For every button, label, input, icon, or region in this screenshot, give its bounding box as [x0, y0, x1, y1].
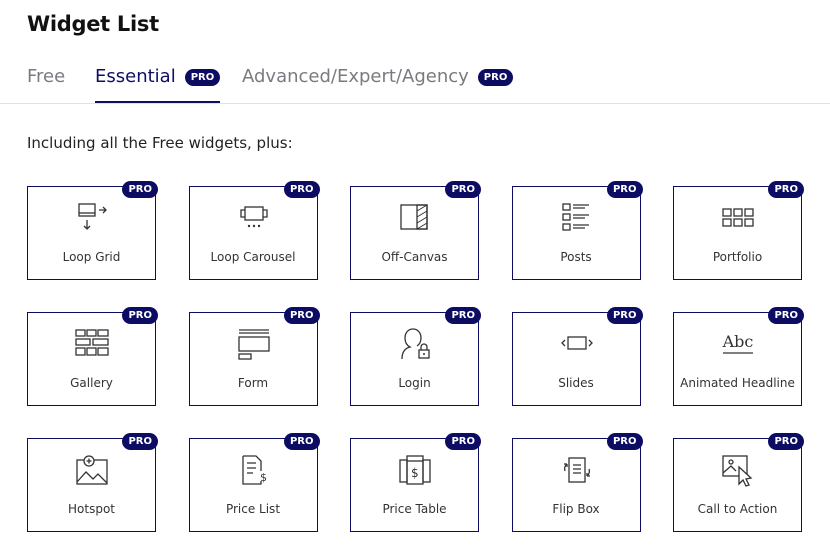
tab-divider	[0, 103, 830, 104]
tab-label: Advanced/Expert/Agency	[242, 66, 469, 87]
pro-badge: PRO	[122, 181, 158, 198]
tab-free[interactable]: Free	[27, 66, 65, 103]
pro-badge: PRO	[606, 181, 643, 198]
widget-card-loop-carousel[interactable]: PRO Loop Carousel	[188, 181, 320, 280]
widget-label: Slides	[558, 376, 594, 390]
pro-badge: PRO	[768, 181, 804, 198]
widget-label: Posts	[560, 250, 592, 264]
widget-label: Loop Grid	[62, 250, 121, 264]
widget-card-call-to-action[interactable]: PRO Call to Action	[673, 433, 804, 532]
animated-headline-icon: Abc	[721, 327, 755, 361]
pro-badge: PRO	[184, 69, 221, 86]
pro-badge: PRO	[768, 307, 804, 324]
widget-card-animated-headline[interactable]: PRO Abc Animated Headline	[673, 307, 804, 406]
tab-label: Essential	[95, 66, 176, 87]
pro-badge: PRO	[445, 433, 481, 450]
widget-card-flip-box[interactable]: PRO Flip Box	[511, 433, 643, 532]
tab-bar: Free Essential PRO Advanced/Expert/Agenc…	[27, 66, 830, 103]
gallery-icon	[75, 327, 109, 361]
off-canvas-icon	[398, 201, 432, 235]
widget-card-portfolio[interactable]: PRO Portfolio	[673, 181, 804, 280]
price-list-icon: $	[237, 453, 271, 487]
widget-card-price-table[interactable]: PRO $ Price Table	[350, 433, 481, 532]
pro-badge: PRO	[606, 433, 643, 450]
widget-card-slides[interactable]: PRO Slides	[511, 307, 643, 406]
pro-badge: PRO	[445, 181, 481, 198]
widget-card-login[interactable]: PRO Login	[350, 307, 481, 406]
widget-card-form[interactable]: PRO Form	[188, 307, 320, 406]
svg-text:$: $	[411, 466, 419, 480]
widget-label: Price List	[225, 502, 281, 516]
slides-icon	[560, 327, 594, 361]
pro-badge: PRO	[122, 433, 158, 450]
widget-label: Form	[237, 376, 269, 390]
portfolio-icon	[721, 201, 755, 235]
pro-badge: PRO	[283, 433, 320, 450]
pro-badge: PRO	[445, 307, 481, 324]
widget-label: Loop Carousel	[210, 250, 296, 264]
widget-card-price-list[interactable]: PRO $ Price List	[188, 433, 320, 532]
intro-text: Including all the Free widgets, plus:	[27, 134, 293, 152]
pro-badge: PRO	[606, 307, 643, 324]
flip-box-icon	[560, 453, 594, 487]
pro-badge: PRO	[122, 307, 158, 324]
pro-badge: PRO	[283, 307, 320, 324]
widget-label: Animated Headline	[680, 376, 795, 390]
loop-grid-icon	[75, 201, 109, 235]
widget-card-posts[interactable]: PRO Posts	[511, 181, 643, 280]
widget-card-hotspot[interactable]: PRO Hotspot	[27, 433, 158, 532]
widget-card-loop-grid[interactable]: PRO Loop Grid	[27, 181, 158, 280]
hotspot-icon	[75, 453, 109, 487]
widget-label: Call to Action	[697, 502, 778, 516]
widget-label: Price Table	[382, 502, 447, 516]
widget-card-gallery[interactable]: PRO Gallery	[27, 307, 158, 406]
pro-badge: PRO	[768, 433, 804, 450]
pro-badge: PRO	[477, 69, 514, 86]
tab-essential[interactable]: Essential PRO	[95, 66, 221, 103]
page-title: Widget List	[27, 12, 159, 36]
tab-advanced[interactable]: Advanced/Expert/Agency PRO	[242, 66, 514, 103]
widget-label: Portfolio	[712, 250, 763, 264]
icon-text: Abc	[722, 332, 754, 351]
widget-label: Off-Canvas	[381, 250, 448, 264]
login-icon	[398, 327, 432, 361]
widget-card-off-canvas[interactable]: PRO Off-Canvas	[350, 181, 481, 280]
form-icon	[237, 327, 271, 361]
widget-label: Gallery	[70, 376, 113, 390]
posts-icon	[560, 201, 594, 235]
tab-label: Free	[27, 66, 66, 87]
widget-label: Login	[398, 376, 431, 390]
call-to-action-icon	[721, 453, 755, 487]
loop-carousel-icon	[237, 201, 271, 235]
pro-badge: PRO	[283, 181, 320, 198]
widget-label: Flip Box	[552, 502, 600, 516]
widget-label: Hotspot	[68, 502, 115, 516]
price-table-icon: $	[398, 453, 432, 487]
svg-text:$: $	[260, 471, 267, 484]
